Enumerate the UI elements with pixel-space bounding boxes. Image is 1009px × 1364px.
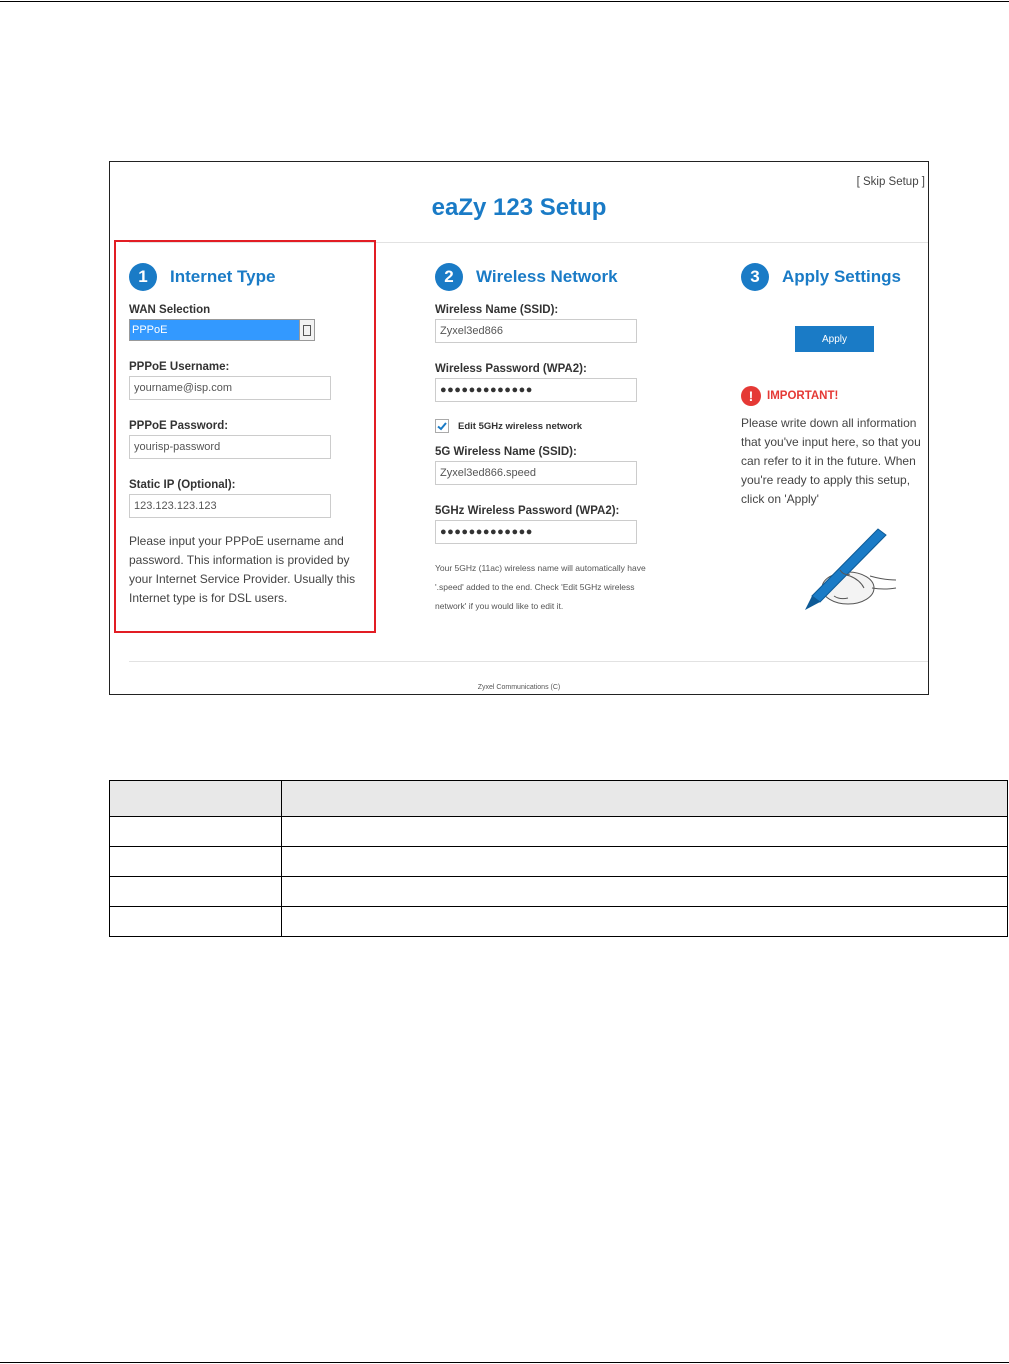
table-row [109,906,1008,937]
checkmark-icon [437,422,447,431]
step-2-number: 2 [435,263,463,291]
step-1-number: 1 [129,263,157,291]
apply-button[interactable]: Apply [795,326,874,352]
static-ip-label: Static IP (Optional): [129,479,236,491]
wan-selection-value: PPPoE [130,320,299,340]
setup-screenshot: [ Skip Setup ] eaZy 123 Setup 1 Internet… [109,161,929,695]
static-ip-input[interactable]: 123.123.123.123 [129,494,331,518]
table-cell [109,876,282,907]
bottom-rule [0,1362,1009,1363]
table-cell [109,816,282,847]
header-divider [129,242,928,243]
table-row [109,876,1008,907]
table-header-label [109,780,282,817]
step-1-header: 1 Internet Type [129,262,359,292]
wireless-5g-password-input[interactable]: ●●●●●●●●●●●●● [435,520,637,544]
pppoe-username-input[interactable]: yourname@isp.com [129,376,331,400]
wan-selection-label: WAN Selection [129,304,211,316]
step-3-title: Apply Settings [782,267,902,286]
wireless-note: Your 5GHz (11ac) wireless name will auto… [435,563,646,611]
table-row [109,816,1008,847]
internet-type-description: Please input your PPPoE username and pas… [129,534,356,605]
wireless-password-label: Wireless Password (WPA2): [435,363,587,375]
footer-copyright: Zyxel Communications (C) [477,684,561,691]
footer-divider [129,661,928,662]
skip-setup-link[interactable]: [ Skip Setup ] [857,176,925,188]
important-title: IMPORTANT! [767,390,839,402]
step-1-title: Internet Type [170,267,276,286]
wan-selection-select[interactable]: PPPoE [129,319,315,341]
table-header-row [109,780,1008,817]
page-title: eaZy 123 Setup [431,194,607,221]
dropdown-arrow-icon[interactable] [299,320,314,340]
table-cell [281,876,1008,907]
pppoe-username-label: PPPoE Username: [129,361,230,373]
edit-5ghz-label: Edit 5GHz wireless network [458,420,583,432]
table-cell [109,846,282,877]
wireless-5g-name-label: 5G Wireless Name (SSID): [435,446,577,458]
step-3-number: 3 [741,263,769,291]
wireless-name-label: Wireless Name (SSID): [435,304,559,316]
pppoe-password-label: PPPoE Password: [129,420,229,432]
hand-writing-pen-icon [805,528,897,610]
pppoe-password-input[interactable]: yourisp-password [129,435,331,459]
step-2-header: 2 Wireless Network [435,262,665,292]
field-description-table [109,780,1008,937]
wireless-password-input[interactable]: ●●●●●●●●●●●●● [435,378,637,402]
important-header: ! IMPORTANT! [741,386,838,406]
table-cell [281,906,1008,937]
table-row [109,846,1008,877]
edit-5ghz-checkbox[interactable] [435,419,449,433]
table-header-description [281,780,1008,817]
step-3-header: 3 Apply Settings [741,262,923,292]
warning-icon: ! [741,386,761,406]
step-2-title: Wireless Network [476,267,618,286]
wireless-5g-password-label: 5GHz Wireless Password (WPA2): [435,505,620,517]
top-rule [0,1,1009,2]
wireless-name-input[interactable]: Zyxel3ed866 [435,319,637,343]
important-text: Please write down all information that y… [741,416,921,506]
edit-5ghz-row[interactable]: Edit 5GHz wireless network [435,419,665,433]
table-cell [281,816,1008,847]
wireless-network-section: 2 Wireless Network Wireless Name (SSID):… [435,262,665,616]
table-cell [281,846,1008,877]
internet-type-section: 1 Internet Type WAN Selection PPPoE PPPo… [129,262,359,608]
apply-settings-section: 3 Apply Settings Apply ! IMPORTANT! Plea… [741,262,923,642]
table-cell [109,906,282,937]
wireless-5g-name-input[interactable]: Zyxel3ed866.speed [435,461,637,485]
